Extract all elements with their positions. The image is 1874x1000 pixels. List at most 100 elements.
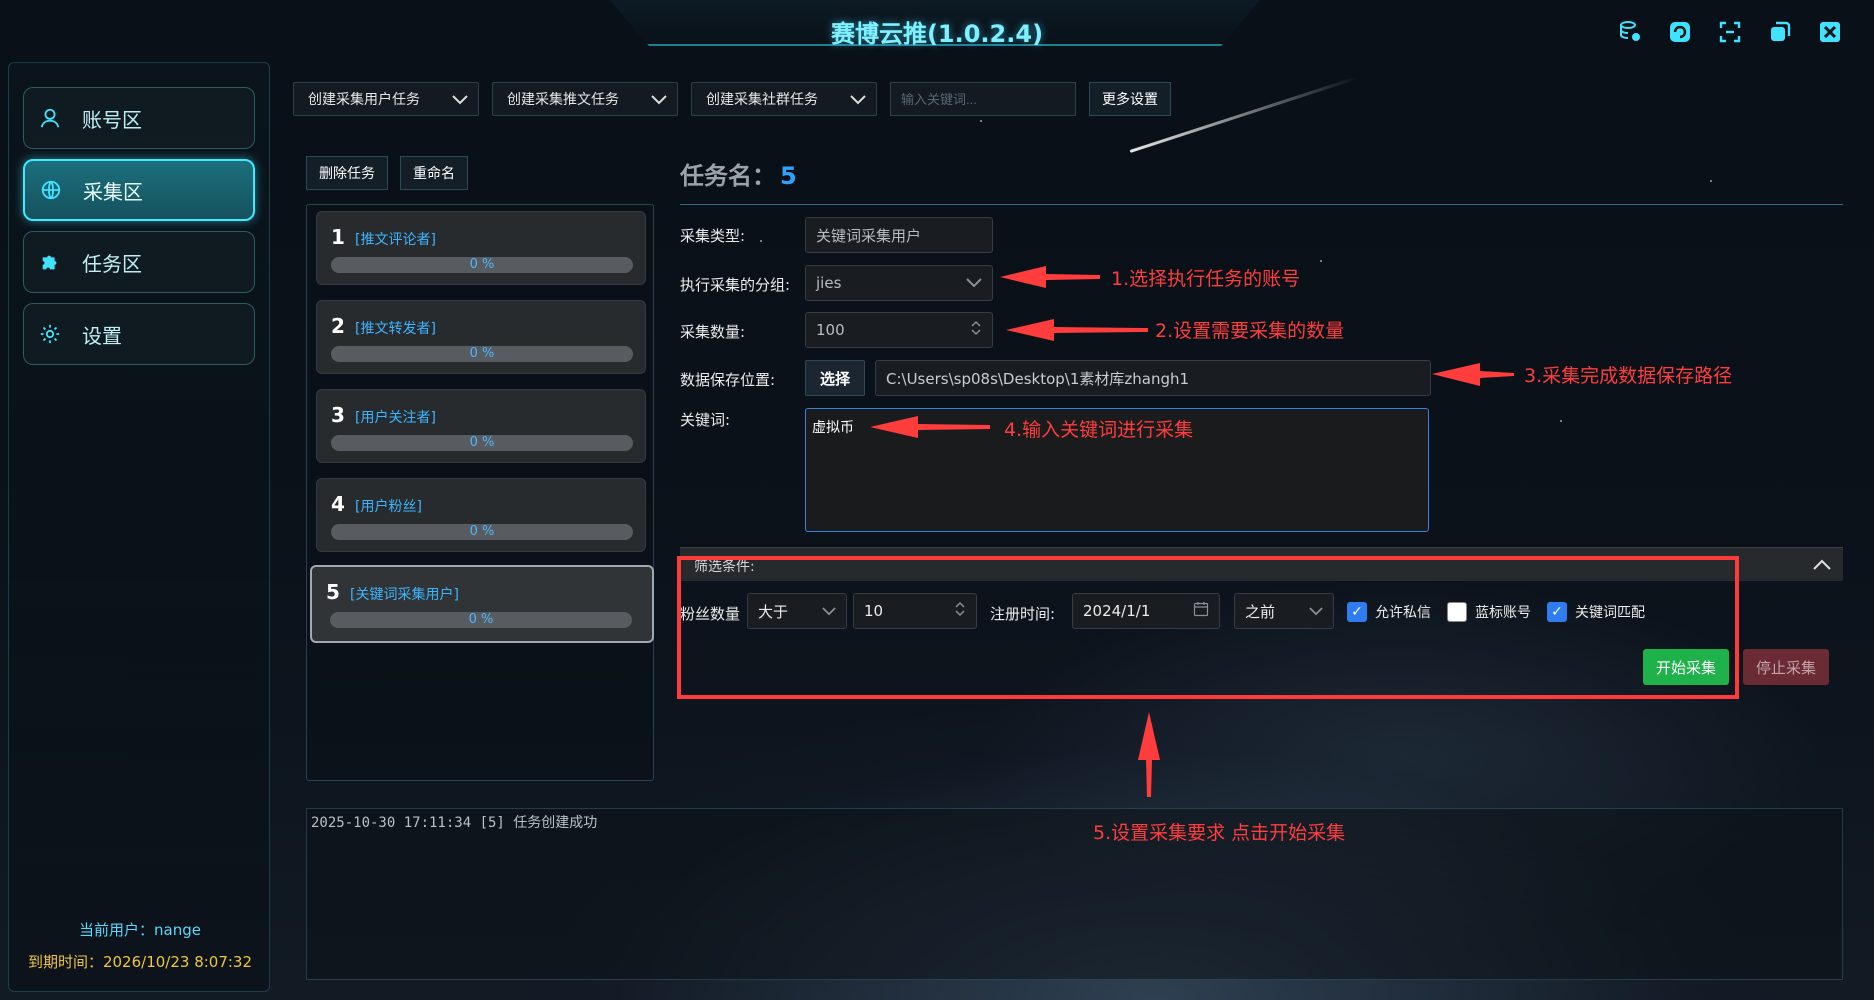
task-card[interactable]: 3 [用户关注者] 0 % — [316, 389, 646, 463]
count-label: 采集数量: — [680, 323, 746, 341]
dropdown-label: 创建采集用户任务 — [308, 92, 420, 108]
fullscreen-icon[interactable] — [1716, 18, 1744, 46]
database-icon[interactable] — [1616, 18, 1644, 46]
task-title: 任务名： 5 — [680, 156, 797, 191]
annotation-3: 3.采集完成数据保存路径 — [1524, 365, 1733, 387]
sidebar-item-label: 账号区 — [82, 107, 142, 132]
gear-icon — [38, 322, 62, 346]
task-card[interactable]: 4 [用户粉丝] 0 % — [316, 478, 646, 552]
sidebar-item-label: 任务区 — [82, 251, 142, 276]
sidebar: 账号区 采集区 任务区 设置 当前用户：nange 到期时间：2026/10/2… — [8, 62, 270, 992]
delete-task-button[interactable]: 删除任务 — [306, 156, 388, 190]
restore-icon[interactable] — [1766, 18, 1794, 46]
toolbar: 创建采集用户任务 创建采集推文任务 创建采集社群任务 更多设置 — [293, 82, 1171, 116]
refresh-icon[interactable] — [1666, 18, 1694, 46]
save-path-value: C:\Users\sp08s\Desktop\1素材库zhangh1 — [886, 369, 1190, 388]
task-card[interactable]: 1 [推文评论者] 0 % — [316, 211, 646, 285]
task-actions: 删除任务 重命名 — [306, 156, 468, 190]
task-list: 1 [推文评论者] 0 % 2 [推文转发者] 0 % 3 [用户关注者] 0 … — [306, 204, 654, 781]
current-user: 当前用户：nange — [79, 921, 201, 939]
keyword-label: 关键词: — [680, 411, 731, 429]
star — [980, 120, 982, 122]
keyword-value: 虚拟币 — [812, 420, 854, 436]
group-select[interactable]: jies — [805, 265, 993, 301]
window-controls — [1616, 18, 1844, 46]
sidebar-item-task[interactable]: 任务区 — [23, 231, 255, 293]
collect-type-field: 关键词采集用户 — [805, 217, 993, 253]
keyword-search-input[interactable] — [890, 82, 1076, 116]
chevron-down-icon — [966, 274, 982, 292]
app-title: 赛博云推(1.0.2.4) — [830, 20, 1044, 48]
task-number: 4 — [331, 492, 345, 516]
task-title-label: 任务名： — [680, 162, 776, 190]
sidebar-item-collect[interactable]: 采集区 — [23, 159, 255, 221]
create-group-task-dropdown[interactable]: 创建采集社群任务 — [691, 82, 877, 116]
stop-collect-button[interactable]: 停止采集 — [1743, 649, 1829, 685]
more-settings-button[interactable]: 更多设置 — [1089, 82, 1171, 116]
task-number: 5 — [326, 580, 340, 604]
expire-time: 到期时间：2026/10/23 8:07:32 — [27, 953, 253, 971]
task-title-number: 5 — [780, 162, 797, 190]
sidebar-item-account[interactable]: 账号区 — [23, 87, 255, 149]
create-user-task-dropdown[interactable]: 创建采集用户任务 — [293, 82, 479, 116]
collect-type-value: 关键词采集用户 — [816, 226, 922, 245]
choose-path-button[interactable]: 选择 — [805, 360, 866, 396]
divider — [680, 204, 1843, 205]
log-panel: 2025-10-30 17:11:34 [5] 任务创建成功 — [306, 808, 1843, 980]
task-progress-bar: 0 % — [331, 346, 633, 362]
save-path-field[interactable]: C:\Users\sp08s\Desktop\1素材库zhangh1 — [875, 360, 1431, 396]
sidebar-item-label: 设置 — [82, 323, 122, 348]
chevron-up-icon[interactable] — [1813, 552, 1831, 576]
count-stepper[interactable]: 100 — [805, 312, 993, 348]
task-type: [推文转发者] — [355, 321, 436, 337]
rename-button[interactable]: 重命名 — [400, 156, 468, 190]
task-number: 3 — [331, 403, 345, 427]
progress-text: 0 % — [468, 612, 494, 627]
star — [760, 240, 762, 242]
close-icon[interactable] — [1816, 18, 1844, 46]
globe-icon — [39, 178, 63, 202]
puzzle-icon — [38, 250, 62, 274]
task-progress-bar: 0 % — [331, 524, 633, 540]
annotation-2: 2.设置需要采集的数量 — [1155, 320, 1345, 342]
chevron-down-icon — [452, 90, 468, 109]
task-type: [关键词采集用户] — [350, 587, 459, 603]
task-progress-bar: 0 % — [331, 257, 633, 273]
user-icon — [38, 106, 62, 130]
progress-text: 0 % — [469, 524, 495, 539]
chevron-down-icon — [850, 90, 866, 109]
task-number: 1 — [331, 225, 345, 249]
task-progress-bar: 0 % — [331, 435, 633, 451]
task-card[interactable]: 2 [推文转发者] 0 % — [316, 300, 646, 374]
annotation-1: 1.选择执行任务的账号 — [1111, 268, 1301, 290]
dropdown-label: 创建采集推文任务 — [507, 92, 619, 108]
progress-text: 0 % — [469, 346, 495, 361]
count-value: 100 — [816, 321, 845, 339]
group-value: jies — [816, 274, 842, 292]
annotation-4: 4.输入关键词进行采集 — [1004, 419, 1194, 441]
create-tweet-task-dropdown[interactable]: 创建采集推文任务 — [492, 82, 678, 116]
star — [1320, 260, 1322, 262]
log-line: 2025-10-30 17:11:34 [5] 任务创建成功 — [311, 815, 598, 831]
annotation-5: 5.设置采集要求 点击开始采集 — [1093, 822, 1346, 844]
sidebar-item-label: 采集区 — [83, 179, 143, 204]
collect-type-label: 采集类型: — [680, 227, 746, 245]
sidebar-item-settings[interactable]: 设置 — [23, 303, 255, 365]
save-location-label: 数据保存位置: — [680, 371, 776, 389]
chevron-down-icon — [651, 90, 667, 109]
task-card-selected[interactable]: 5 [关键词采集用户] 0 % — [310, 565, 654, 643]
group-label: 执行采集的分组: — [680, 276, 791, 294]
stepper-arrows-icon — [970, 319, 982, 341]
star — [1710, 180, 1712, 182]
task-type: [用户关注者] — [355, 410, 436, 426]
dropdown-label: 创建采集社群任务 — [706, 92, 818, 108]
progress-text: 0 % — [469, 257, 495, 272]
annotation-highlight-box — [677, 556, 1739, 699]
title-bar: 赛博云推(1.0.2.4) — [0, 0, 1874, 62]
task-number: 2 — [331, 314, 345, 338]
task-type: [用户粉丝] — [355, 499, 422, 515]
task-progress-bar: 0 % — [330, 612, 632, 628]
task-type: [推文评论者] — [355, 232, 436, 248]
progress-text: 0 % — [469, 435, 495, 450]
star — [1560, 420, 1562, 422]
